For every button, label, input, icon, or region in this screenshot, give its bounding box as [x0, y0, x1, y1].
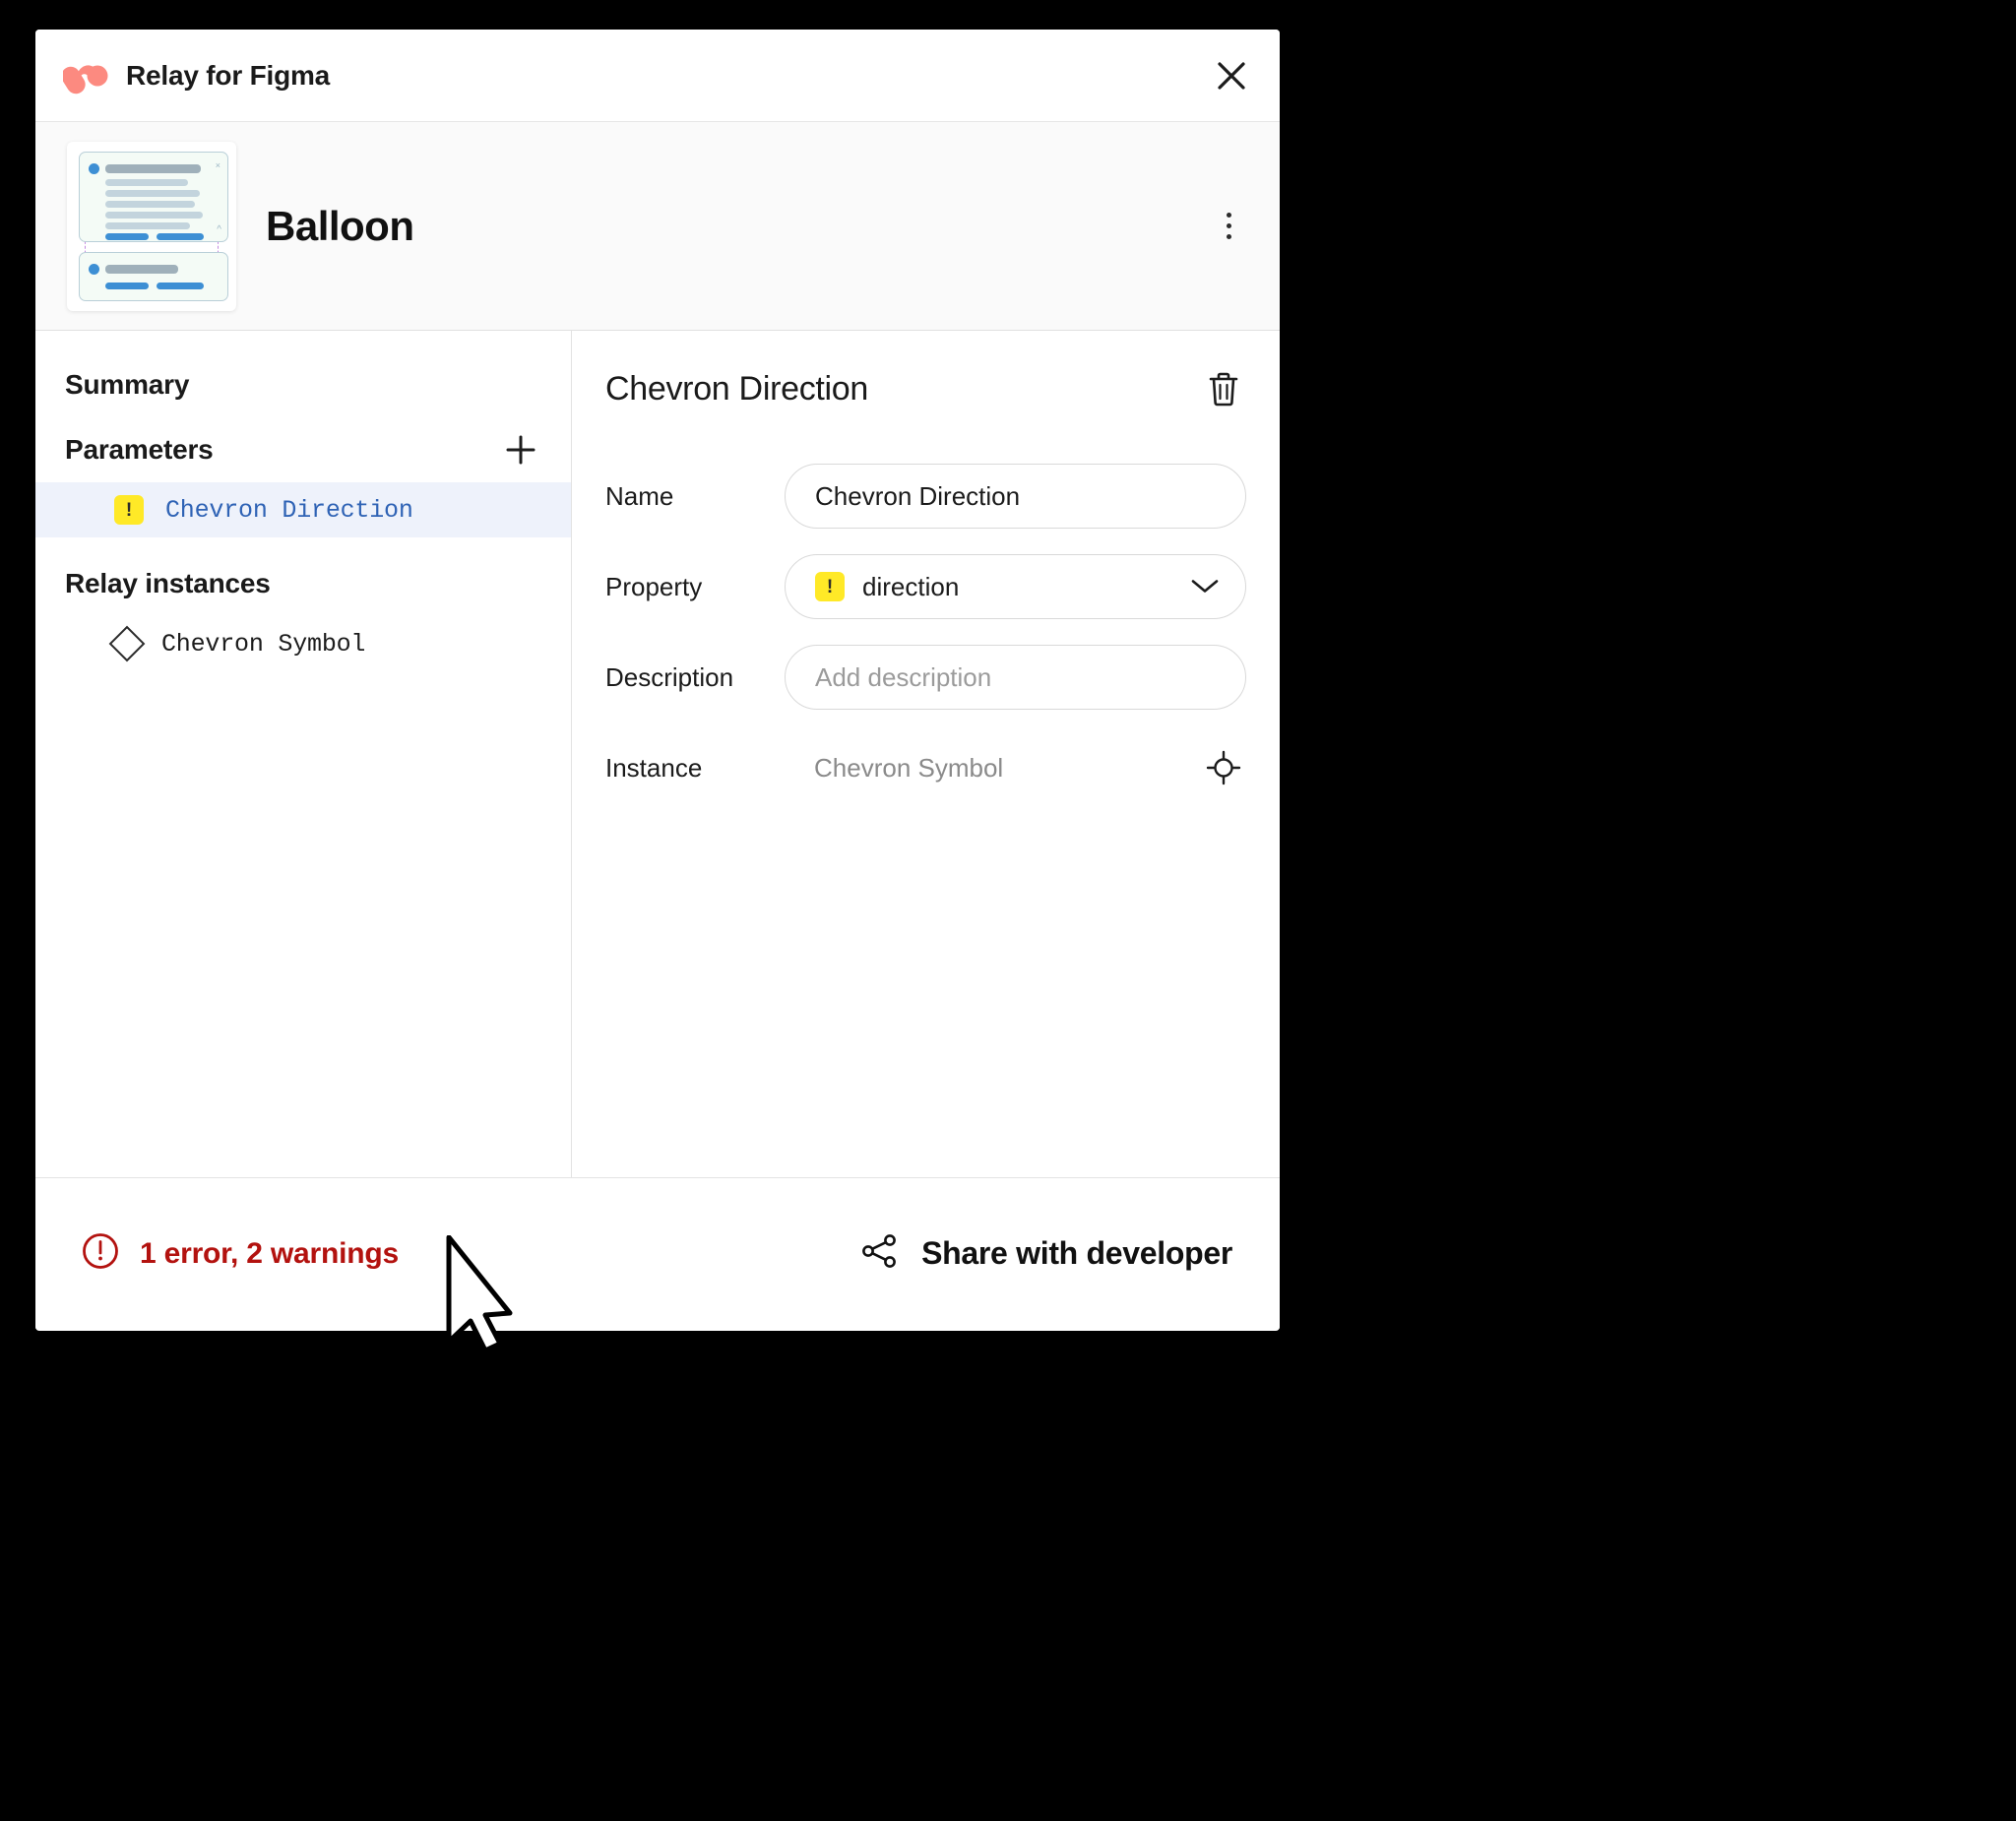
screen: Relay for Figma × ^ Balloon Summary Para… [0, 0, 2016, 1821]
summary-section-header[interactable]: Summary [35, 352, 571, 417]
warning-badge-icon-property: ! [815, 572, 845, 601]
target-locate-icon[interactable] [1201, 745, 1246, 790]
brand: Relay for Figma [63, 56, 330, 95]
description-input[interactable]: Add description [785, 645, 1246, 710]
title-bar: Relay for Figma [35, 30, 1280, 122]
parameter-row-chevron-direction[interactable]: ! Chevron Direction [35, 482, 571, 537]
page-title: Balloon [266, 202, 414, 249]
sidebar: Summary Parameters ! Chevron Direction R [35, 331, 572, 1177]
sidebar-item-parameters[interactable]: Parameters [65, 434, 214, 466]
property-select[interactable]: ! direction [785, 554, 1246, 619]
plugin-window: Relay for Figma × ^ Balloon Summary Para… [35, 30, 1280, 1331]
sidebar-item-summary[interactable]: Summary [65, 369, 189, 401]
trash-icon[interactable] [1201, 366, 1246, 411]
plus-icon[interactable] [500, 429, 541, 471]
thumbnail-dot-icon-2 [89, 263, 99, 275]
status-text: 1 error, 2 warnings [140, 1236, 399, 1270]
property-select-value: direction [862, 571, 960, 601]
description-placeholder: Add description [815, 661, 992, 692]
form-row-instance: Instance Chevron Symbol [605, 730, 1246, 805]
thumbnail-chevron-icon: ^ [217, 223, 221, 235]
sidebar-item-relay-instances[interactable]: Relay instances [65, 568, 271, 599]
name-label: Name [605, 480, 674, 511]
diamond-component-icon [108, 625, 146, 662]
form-row-name: Name Chevron Direction [605, 459, 1246, 534]
share-icon [858, 1230, 900, 1277]
detail-header: Chevron Direction [605, 354, 1246, 423]
footer: 1 error, 2 warnings Share with developer [35, 1177, 1280, 1329]
thumbnail-dot-icon [89, 162, 99, 174]
thumbnail-card-secondary [79, 251, 228, 301]
share-with-developer-button[interactable]: Share with developer [858, 1230, 1232, 1277]
property-label: Property [605, 571, 703, 601]
description-label: Description [605, 661, 734, 692]
name-input-value: Chevron Direction [815, 480, 1021, 511]
relay-logo-icon [63, 56, 108, 95]
instance-row-chevron-symbol[interactable]: Chevron Symbol [35, 616, 571, 671]
close-icon[interactable] [1209, 53, 1254, 98]
instance-label: Chevron Symbol [161, 629, 366, 659]
share-label: Share with developer [921, 1235, 1232, 1271]
instance-field-label: Instance [605, 752, 703, 783]
relay-instances-section-header: Relay instances [35, 551, 571, 616]
detail-title: Chevron Direction [605, 369, 869, 408]
warning-badge-icon: ! [114, 495, 144, 525]
chevron-down-icon [1190, 572, 1220, 602]
form-row-description: Description Add description [605, 640, 1246, 715]
component-header: × ^ Balloon [35, 122, 1280, 331]
error-circle-icon [81, 1231, 120, 1276]
form-row-property: Property ! direction [605, 549, 1246, 624]
instance-field-value: Chevron Symbol [814, 752, 1004, 783]
kebab-menu-icon[interactable] [1207, 203, 1250, 250]
app-title: Relay for Figma [126, 59, 331, 91]
thumbnail-card-primary: × ^ [79, 151, 228, 242]
thumbnail-close-icon: × [215, 159, 220, 170]
main-body: Summary Parameters ! Chevron Direction R [35, 331, 1280, 1177]
component-thumbnail: × ^ [67, 141, 236, 311]
detail-pane: Chevron Direction Name Chevron Direction [572, 331, 1280, 1177]
parameters-section-header: Parameters [35, 417, 571, 482]
status-badge[interactable]: 1 error, 2 warnings [81, 1231, 399, 1276]
parameter-label: Chevron Direction [165, 495, 413, 525]
name-input[interactable]: Chevron Direction [785, 464, 1246, 529]
